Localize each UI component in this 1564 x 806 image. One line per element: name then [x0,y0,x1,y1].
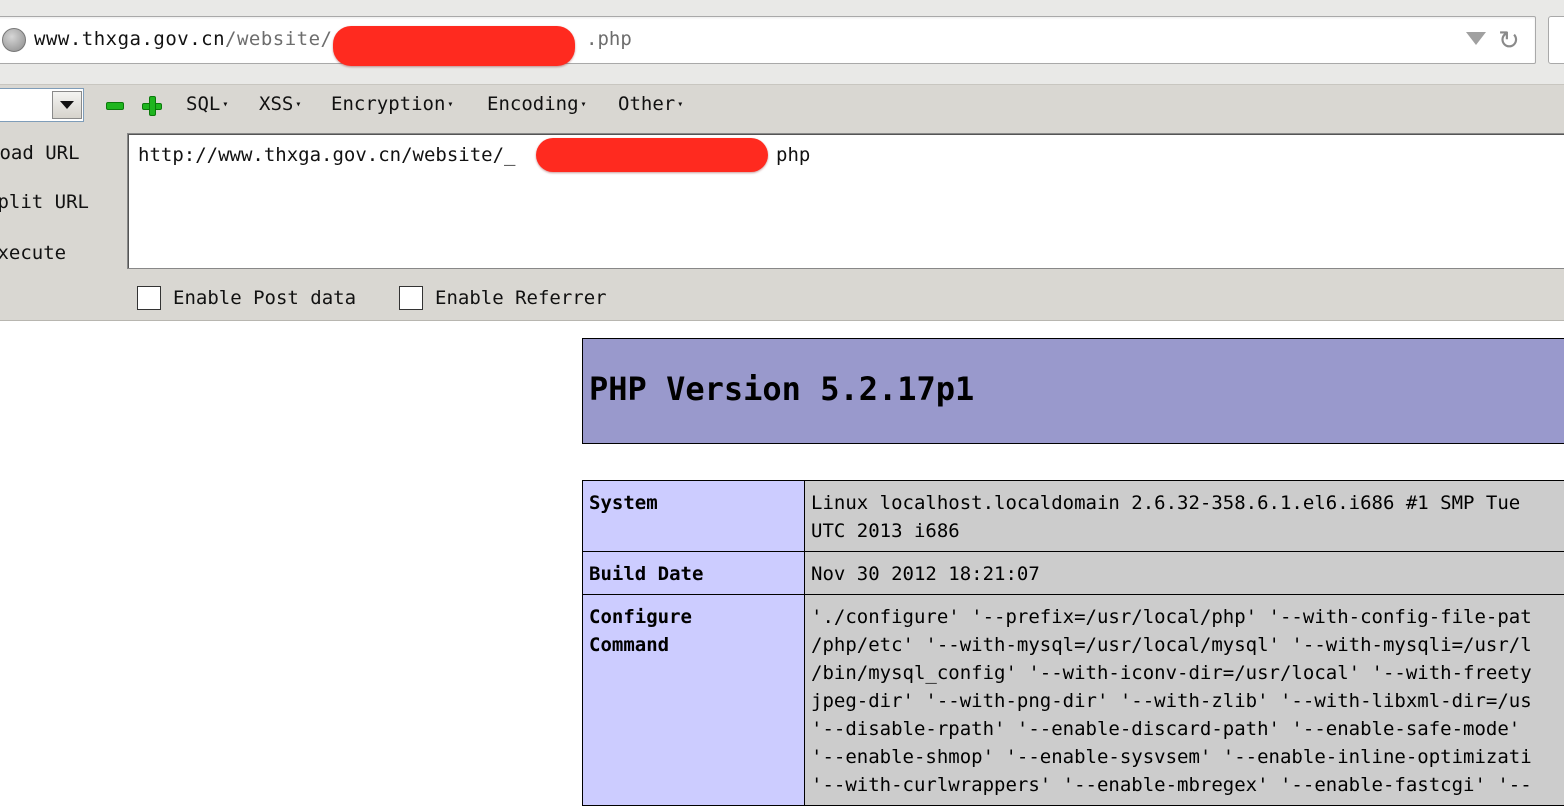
table-row: Build Date Nov 30 2012 18:21:07 [583,552,1564,595]
row-label: System [583,481,805,552]
url-host: www.thxga.gov.cn [34,28,225,50]
value-line: '--enable-shmop' '--enable-sysvsem' '--e… [811,743,1564,771]
row-value: './configure' '--prefix=/usr/local/php' … [805,595,1564,806]
value-line: './configure' '--prefix=/usr/local/php' … [811,603,1564,631]
value-line: '--disable-rpath' '--enable-discard-path… [811,715,1564,743]
value-line: Linux localhost.localdomain 2.6.32-358.6… [811,489,1564,517]
row-label: Build Date [583,552,805,595]
url-suffix: .php [586,28,632,50]
value-line: jpeg-dir' '--with-png-dir' '--with-zlib'… [811,687,1564,715]
value-line: Nov 30 2012 18:21:07 [811,560,1564,588]
menu-encryption[interactable]: Encryption▾ [331,93,453,115]
label-line: Configure [589,603,798,631]
hackbar-url-suffix: php [776,144,810,166]
hackbar-url-text: http://www.thxga.gov.cn/website/_ [138,144,516,166]
search-box-edge[interactable] [1548,16,1564,64]
table-row: Configure Command './configure' '--prefi… [583,595,1564,806]
menu-xss[interactable]: XSS▾ [259,93,301,115]
label-line: Command [589,631,798,659]
value-line: '--with-curlwrappers' '--enable-mbregex'… [811,771,1564,799]
menu-sql[interactable]: SQL▾ [186,93,228,115]
row-value: Nov 30 2012 18:21:07 [805,552,1564,595]
execute-button[interactable]: Execute [0,242,66,264]
url-path: /website/ [225,28,332,50]
increase-icon[interactable] [142,96,162,116]
enable-post-checkbox[interactable] [137,286,161,310]
enable-referrer-checkbox[interactable] [399,286,423,310]
hackbar-toolbar [0,84,1564,129]
redaction-mark [536,138,768,172]
decrease-icon[interactable] [106,102,124,110]
history-dropdown-icon[interactable] [1466,32,1486,45]
value-line: /php/etc' '--with-mysql=/usr/local/mysql… [811,631,1564,659]
menu-encoding[interactable]: Encoding▾ [487,93,587,115]
enable-referrer-label: Enable Referrer [435,287,607,309]
select-dropdown-icon[interactable] [52,91,82,119]
address-bar-text[interactable]: www.thxga.gov.cn/website/ [34,28,332,50]
split-url-button[interactable]: Split URL [0,191,89,213]
phpinfo-table: System Linux localhost.localdomain 2.6.3… [582,480,1564,806]
value-line: /bin/mysql_config' '--with-iconv-dir=/us… [811,659,1564,687]
table-row: System Linux localhost.localdomain 2.6.3… [583,481,1564,552]
row-value: Linux localhost.localdomain 2.6.32-358.6… [805,481,1564,552]
value-line: UTC 2013 i686 [811,517,1564,545]
globe-icon [2,28,26,52]
enable-post-label: Enable Post data [173,287,356,309]
row-label: Configure Command [583,595,805,806]
redaction-mark [333,26,575,66]
page-title: PHP Version 5.2.17p1 [589,370,974,408]
menu-other[interactable]: Other▾ [618,93,683,115]
load-url-button[interactable]: Load URL [0,142,80,164]
reload-icon[interactable]: ↻ [1498,26,1520,56]
